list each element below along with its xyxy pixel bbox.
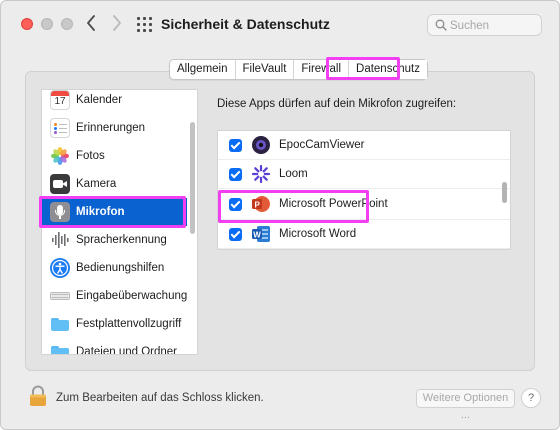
sidebar-item-label: Festplattenvollzugriff: [76, 318, 182, 330]
search-icon: [435, 19, 447, 31]
app-row-loom[interactable]: Loom: [218, 160, 510, 189]
folder-icon: [50, 342, 70, 354]
sidebar-item-spracherkennung[interactable]: Spracherkennung: [42, 226, 187, 254]
app-list-scrollbar[interactable]: [502, 182, 507, 203]
speech-recognition-icon: [50, 230, 70, 250]
sidebar-item-festplattenvollzugriff[interactable]: Festplattenvollzugriff: [42, 310, 187, 338]
lock-hint-text: Zum Bearbeiten auf das Schloss klicken.: [56, 392, 264, 404]
tab-allgemein[interactable]: Allgemein: [170, 60, 236, 79]
accessibility-icon: [50, 258, 70, 278]
lock-icon: [30, 385, 46, 406]
app-row-microsoft-word[interactable]: W Microsoft Word: [218, 220, 510, 249]
sidebar-item-eingabeueberwachung[interactable]: Eingabeüberwachung: [42, 282, 187, 310]
allow-checkbox[interactable]: [229, 138, 242, 152]
close-window-button[interactable]: [21, 18, 33, 30]
sidebar-item-label: Spracherkennung: [76, 234, 167, 246]
loom-icon: [251, 164, 271, 184]
search-input[interactable]: [450, 18, 538, 33]
window-title: Sicherheit & Datenschutz: [161, 16, 330, 32]
forward-button[interactable]: [107, 15, 127, 35]
svg-text:W: W: [253, 231, 261, 240]
sidebar-item-erinnerungen[interactable]: Erinnerungen: [42, 114, 187, 142]
app-row-epoccamviewer[interactable]: EpocCamViewer: [218, 131, 510, 160]
sidebar-item-label: Kalender: [76, 94, 123, 106]
app-name: Microsoft Word: [279, 228, 357, 240]
minimize-window-button[interactable]: [41, 18, 53, 30]
back-button[interactable]: [81, 15, 101, 35]
sidebar-item-label: Bedienungshilfen: [76, 262, 165, 274]
sidebar-item-label: Fotos: [76, 150, 105, 162]
highlight-box-tab: [326, 57, 400, 80]
window-controls: [21, 18, 73, 30]
show-all-grid-button[interactable]: [137, 17, 153, 33]
app-name: EpocCamViewer: [279, 139, 365, 151]
help-button[interactable]: ?: [521, 388, 541, 408]
highlight-box-mikrofon: [39, 196, 186, 228]
app-name: Loom: [279, 168, 308, 180]
lock-button[interactable]: [29, 385, 47, 407]
sidebar-item-kamera[interactable]: Kamera: [42, 170, 187, 198]
camera-icon: [50, 174, 70, 194]
sidebar-scrollbar[interactable]: [190, 122, 195, 234]
reminders-icon: [50, 118, 70, 138]
apps-description: Diese Apps dürfen auf dein Mikrofon zugr…: [217, 98, 457, 110]
search-field[interactable]: [427, 14, 542, 36]
sidebar-item-label: Eingabeüberwachung: [76, 290, 188, 302]
system-preferences-window: Sicherheit & Datenschutz Allgemein FileV…: [0, 0, 560, 430]
zoom-window-button[interactable]: [61, 18, 73, 30]
tab-filevault[interactable]: FileVault: [236, 60, 295, 79]
sidebar-item-label: Dateien und Ordner: [76, 346, 178, 355]
sidebar-item-label: Erinnerungen: [76, 122, 146, 134]
allow-checkbox[interactable]: [229, 227, 242, 241]
allow-checkbox[interactable]: [229, 167, 242, 181]
more-options-button[interactable]: Weitere Optionen ...: [416, 389, 515, 421]
photos-icon: [50, 146, 70, 166]
sidebar-item-kalender[interactable]: 17 Kalender: [42, 90, 187, 114]
sidebar-item-bedienungshilfen[interactable]: Bedienungshilfen: [42, 254, 187, 282]
title-bar: Sicherheit & Datenschutz: [1, 1, 559, 49]
sidebar-item-fotos[interactable]: Fotos: [42, 142, 187, 170]
word-icon: W: [251, 224, 271, 244]
keyboard-icon: [50, 286, 70, 306]
calendar-icon: 17: [50, 90, 70, 110]
epoccam-icon: [251, 135, 271, 155]
chevron-right-icon: [113, 15, 121, 31]
sidebar-item-label: Kamera: [76, 178, 117, 190]
sidebar-item-dateien-und-ordner[interactable]: Dateien und Ordner: [42, 338, 187, 355]
highlight-box-powerpoint: [218, 190, 369, 223]
chevron-left-icon: [87, 15, 95, 31]
folder-icon: [50, 314, 70, 334]
